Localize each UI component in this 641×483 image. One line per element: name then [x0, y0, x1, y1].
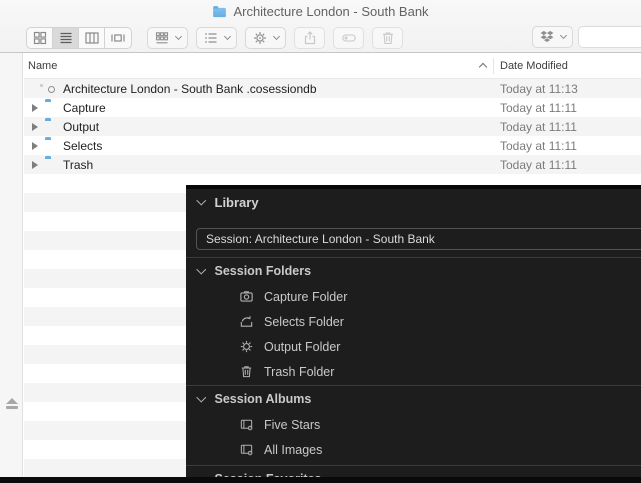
section-label: Session Folders [214, 264, 312, 278]
action-gear-button[interactable] [245, 26, 286, 49]
chevron-down-icon [559, 31, 568, 40]
trash-icon [241, 366, 252, 378]
table-row-selects[interactable]: Selects Today at 11:11 [24, 136, 641, 155]
file-date-modified: Today at 11:11 [500, 157, 577, 172]
list-column-headers: Name Date Modified [24, 54, 641, 79]
column-view-button[interactable] [79, 27, 105, 48]
trash-icon [382, 31, 393, 44]
disclosure-triangle-icon[interactable] [32, 104, 38, 112]
share-icon [304, 30, 315, 44]
dropbox-button[interactable] [532, 26, 573, 48]
list-view-icon [60, 32, 71, 43]
library-panel-header[interactable]: Library [186, 189, 641, 215]
table-row-capture[interactable]: Capture Today at 11:11 [24, 98, 641, 117]
session-selector-dropdown[interactable]: Session: Architecture London - South Ban… [196, 228, 641, 250]
grid-view-icon [33, 31, 46, 44]
group-icon [155, 31, 169, 43]
column-view-icon [84, 31, 99, 44]
eject-button[interactable] [5, 398, 18, 409]
eject-icon [5, 398, 18, 404]
sort-icon [205, 32, 217, 43]
gallery-view-icon [111, 33, 125, 42]
file-name: Capture [63, 100, 106, 115]
chevron-down-icon [272, 32, 281, 40]
disclosure-triangle-icon[interactable] [32, 161, 38, 169]
title-bar[interactable]: Architecture London - South Bank [0, 0, 641, 22]
smart-album-icon [240, 444, 253, 456]
trash-button[interactable] [372, 26, 403, 49]
disclosure-triangle-icon[interactable] [32, 123, 38, 131]
grid-view-button[interactable] [27, 27, 53, 48]
file-name: Architecture London - South Bank .cosess… [63, 81, 317, 96]
library-panel: Library Session: Architecture London - S… [186, 185, 641, 477]
list-item-output-folder[interactable]: Output Folder [186, 334, 641, 359]
item-label: Selects Folder [264, 314, 344, 329]
file-name: Selects [63, 138, 103, 153]
table-row-output[interactable]: Output Today at 11:11 [24, 117, 641, 136]
tag-icon [341, 33, 356, 42]
chevron-down-icon [223, 32, 232, 40]
gear-icon [240, 340, 253, 353]
chevron-down-icon [174, 32, 183, 40]
list-view-button[interactable] [53, 27, 79, 48]
group-button[interactable] [147, 26, 188, 49]
background-window-edge [0, 477, 641, 483]
section-header-session-folders[interactable]: Session Folders [186, 258, 641, 284]
title-folder-icon [213, 5, 227, 17]
file-date-modified: Today at 11:11 [500, 119, 577, 134]
list-item-five-stars[interactable]: Five Stars [186, 412, 641, 437]
eject-icon-bar [5, 406, 18, 409]
window-chrome: Architecture London - South Bank [0, 0, 641, 53]
column-header-name[interactable]: Name [28, 60, 57, 72]
column-header-date-modified[interactable]: Date Modified [500, 60, 568, 72]
item-label: Output Folder [264, 339, 341, 354]
table-row-trash[interactable]: Trash Today at 11:11 [24, 155, 641, 174]
list-item-trash-folder[interactable]: Trash Folder [186, 359, 641, 384]
sort-button[interactable] [196, 26, 237, 49]
view-mode-segmented-control [26, 26, 132, 49]
chevron-down-icon [196, 264, 206, 275]
table-row-session-file[interactable]: Architecture London - South Bank .cosess… [24, 79, 641, 98]
file-date-modified: Today at 11:11 [500, 100, 577, 115]
list-item-all-images[interactable]: All Images [186, 437, 641, 462]
chevron-down-icon [196, 195, 206, 206]
search-input[interactable] [578, 26, 641, 48]
file-name: Output [63, 119, 100, 134]
item-label: Five Stars [264, 417, 321, 432]
smart-album-icon [240, 419, 253, 431]
finder-window: Architecture London - South Bank Name Da… [0, 0, 641, 483]
collapsed-sidebar [0, 53, 23, 477]
sort-ascending-icon [478, 62, 488, 72]
gear-icon [254, 31, 266, 44]
camera-icon [240, 291, 253, 302]
file-date-modified: Today at 11:13 [500, 81, 578, 96]
session-selector-label: Session: Architecture London - South Ban… [206, 232, 435, 246]
column-divider[interactable] [493, 58, 494, 74]
dropbox-icon [540, 30, 554, 42]
section-header-session-albums[interactable]: Session Albums [186, 386, 641, 412]
file-date-modified: Today at 11:11 [500, 138, 577, 153]
file-name: Trash [63, 157, 94, 172]
share-button[interactable] [294, 26, 325, 49]
chevron-down-icon [196, 392, 206, 403]
disclosure-triangle-icon[interactable] [32, 142, 38, 150]
library-panel-title: Library [214, 194, 259, 210]
section-header-session-favorites[interactable]: Session Favorites [186, 466, 641, 477]
item-label: Trash Folder [264, 364, 335, 379]
item-label: Capture Folder [264, 289, 348, 304]
window-title: Architecture London - South Bank [233, 3, 429, 19]
list-item-selects-folder[interactable]: Selects Folder [186, 309, 641, 334]
list-item-capture-folder[interactable]: Capture Folder [186, 284, 641, 309]
gallery-view-button[interactable] [105, 28, 131, 48]
section-label: Session Albums [214, 392, 312, 406]
tag-button[interactable] [333, 26, 364, 49]
selects-tray-icon [240, 316, 253, 327]
item-label: All Images [264, 442, 323, 457]
